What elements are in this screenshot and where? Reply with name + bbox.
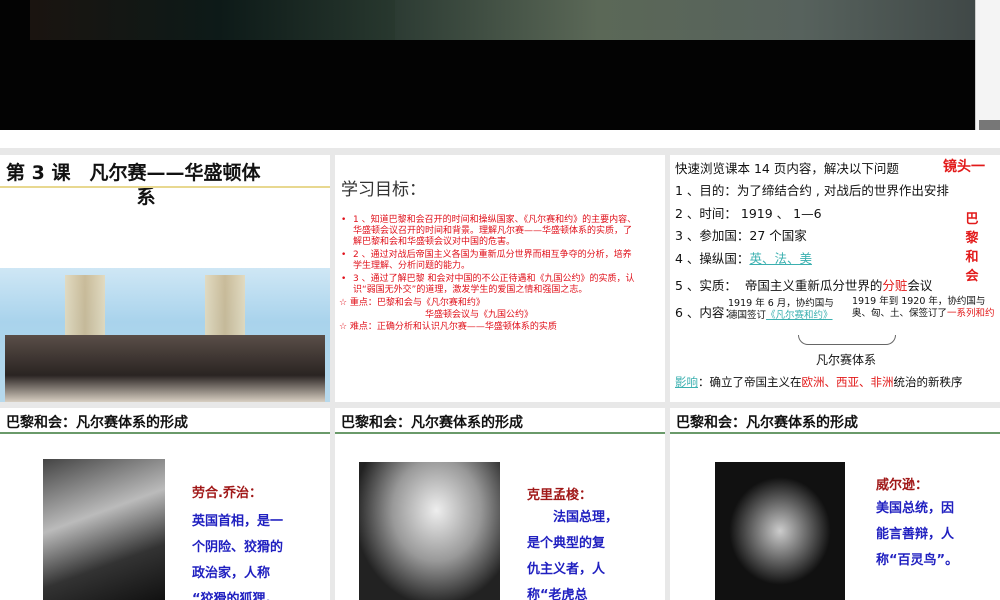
intro: 快速浏览课本 14 页内容，解决以下问题 xyxy=(675,161,899,176)
slide-thumbnail-3[interactable]: 快速浏览课本 14 页内容，解决以下问题 镜头一 巴黎和会 1 、目的：为了缔结… xyxy=(670,155,1000,402)
person-name: 威尔逊： xyxy=(876,478,929,493)
scrollbar-thumb[interactable] xyxy=(979,120,1000,130)
q-essence: 5 、实质： 帝国主义重新瓜分世界的分赃会议 xyxy=(675,278,933,293)
top-photo xyxy=(0,0,975,130)
person-desc: 美国总统，因 能言善辩，人 称“百灵鸟”。 xyxy=(876,501,959,568)
scrollbar[interactable] xyxy=(975,0,1000,130)
video-area xyxy=(0,0,1000,148)
q-controllers: 4 、操纵国：英、法、美 xyxy=(675,251,812,266)
slide-thumbnail-2[interactable]: 学习目标： 1 、知道巴黎和会召开的时间和操纵国家、《凡尔赛和约》的主要内容、华… xyxy=(335,155,665,402)
system-label: 凡尔赛体系 xyxy=(816,353,877,367)
slide-thumbnail-5[interactable]: 巴黎和会：凡尔赛体系的形成 克里孟梭： 法国总理， 是个典型的复 仇主义者，人 称“老… xyxy=(335,408,665,600)
camera-label: 镜头一 xyxy=(943,159,985,175)
person-desc: 法国总理， 是个典型的复 仇主义者，人 称“老虎总 xyxy=(527,510,619,600)
wilson-portrait xyxy=(715,462,845,600)
lesson-title: 第 3 课 凡尔赛——华盛顿体系 xyxy=(6,162,261,208)
clemenceau-portrait xyxy=(359,462,500,600)
person-name: 克里孟梭： xyxy=(527,488,593,503)
goals-heading: 学习目标： xyxy=(341,180,426,200)
slide-heading: 巴黎和会：凡尔赛体系的形成 xyxy=(335,412,665,434)
slide-thumbnail-6[interactable]: 巴黎和会：凡尔赛体系的形成 威尔逊： 美国总统，因 能言善辩，人 称“百灵鸟”。 xyxy=(670,408,1000,600)
q-time: 2 、时间： 1919 、 1—6 xyxy=(675,206,822,221)
difficulty: ☆ 难点：正确分析和认识凡尔赛——华盛顿体系的实质 xyxy=(339,322,557,332)
slide-thumbnail-4[interactable]: 巴黎和会：凡尔赛体系的形成 劳合.乔治： 英国首相，是一 个阴险、狡猾的 政治家，人… xyxy=(0,408,330,600)
q-participants: 3 、参加国：27 个国家 xyxy=(675,228,807,243)
goal-item: 1 、知道巴黎和会召开的时间和操纵国家、《凡尔赛和约》的主要内容、华盛顿会议召开… xyxy=(339,215,639,248)
key-points: ☆ 重点：巴黎和会与《凡尔赛和约》 xyxy=(339,298,485,308)
person-name: 劳合.乔治： xyxy=(192,486,262,501)
goal-item: 2 、通过对战后帝国主义各国为重新瓜分世界而相互争夺的分析，培养学生理解、分析问… xyxy=(339,250,639,272)
controllers-link[interactable]: 英、法、美 xyxy=(749,251,812,266)
brace xyxy=(798,335,896,345)
slide-heading: 巴黎和会：凡尔赛体系的形成 xyxy=(0,412,330,434)
effect: 影响：确立了帝国主义在欧洲、西亚、非洲统治的新秩序 xyxy=(675,375,963,389)
person-desc: 英国首相，是一 个阴险、狡猾的 政治家，人称 “狡猾的狐狸。 xyxy=(192,514,284,600)
lloyd-george-portrait xyxy=(43,459,165,600)
key-points-2: 华盛顿会议与《九国公约》 xyxy=(425,310,534,320)
content-2: 1919 年到 1920 年，协约国与 奥、匈、土、保签订了一系列和约 xyxy=(852,296,995,319)
content-1: 1919 年 6 月，协约国与 德国签订《凡尔赛和约》 xyxy=(728,298,834,321)
goal-item: 3 、通过了解巴黎 和会对中国的不公正待遇和《九国公约》的实质，认识“弱国无外交… xyxy=(339,274,639,296)
q-purpose: 1 、目的：为了缔结合约 , 对战后的世界作出安排 xyxy=(675,183,949,198)
slide-thumbnail-1[interactable]: 第 3 课 凡尔赛——华盛顿体系 xyxy=(0,155,330,402)
goals-list: 1 、知道巴黎和会召开的时间和操纵国家、《凡尔赛和约》的主要内容、华盛顿会议召开… xyxy=(339,215,639,334)
title-divider xyxy=(0,186,330,188)
vertical-label: 巴黎和会 xyxy=(965,212,979,284)
versailles-link[interactable]: 《凡尔赛和约》 xyxy=(766,310,833,321)
slide-heading: 巴黎和会：凡尔赛体系的形成 xyxy=(670,412,1000,434)
delegates-image xyxy=(5,335,325,402)
